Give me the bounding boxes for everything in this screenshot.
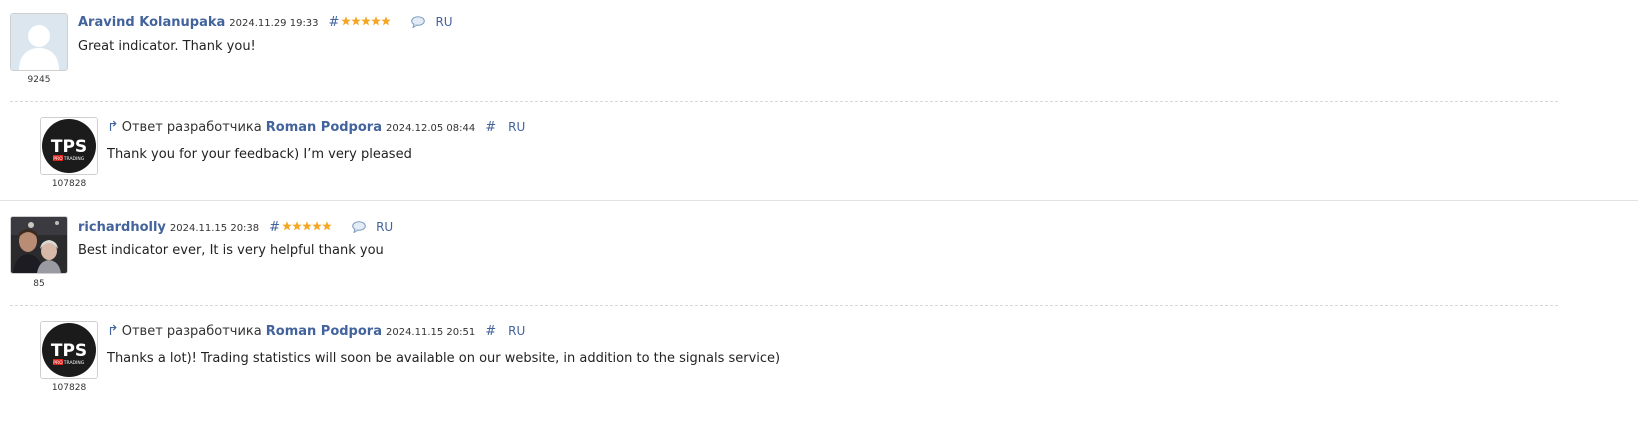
user-avatar[interactable] [10, 216, 68, 274]
translate-link[interactable]: RU [508, 120, 525, 134]
reply-label: Ответ разработчика [121, 324, 262, 339]
developer-avatar[interactable]: TPS PRO TRADING [40, 117, 98, 175]
developer-avatar[interactable]: TPS PRO TRADING [40, 321, 98, 379]
star-icon [361, 16, 372, 26]
star-icon [371, 16, 382, 26]
svg-text:PRO: PRO [53, 360, 63, 366]
translate-link[interactable]: RU [376, 220, 393, 234]
reply-header: ↱ Ответ разработчика Roman Podpora 2024.… [107, 119, 525, 135]
svg-text:TPS: TPS [51, 137, 87, 157]
comment-date: 2024.11.29 19:33 [229, 18, 319, 29]
user-rating: 85 [33, 279, 45, 289]
star-icon [292, 221, 302, 231]
review-item: 9245 Aravind Kolanupaka 2024.11.29 19:33… [0, 0, 1638, 100]
tps-logo-icon: TPS PRO TRADING [41, 118, 97, 174]
svg-text:TPS: TPS [51, 341, 87, 361]
developer-reply: TPS PRO TRADING 107828 ↱ Ответ разработч… [0, 306, 1638, 422]
comment-header: Aravind Kolanupaka 2024.11.29 19:33 # RU [78, 14, 453, 30]
star-rating [341, 16, 392, 26]
svg-text:TRADING: TRADING [63, 156, 85, 162]
user-rating: 107828 [51, 383, 87, 393]
comment-text: Great indicator. Thank you! [78, 39, 256, 54]
user-avatar[interactable] [10, 13, 68, 71]
star-icon [381, 16, 392, 26]
photo-avatar-icon [11, 217, 67, 273]
svg-text:PRO: PRO [53, 156, 63, 162]
star-rating [282, 221, 332, 231]
reply-header: ↱ Ответ разработчика Roman Podpora 2024.… [107, 323, 525, 339]
author-link[interactable]: Roman Podpora [266, 120, 382, 135]
star-icon [322, 221, 332, 231]
permalink-hash[interactable]: # [269, 220, 280, 235]
comment-text: Best indicator ever, It is very helpful … [78, 243, 384, 258]
star-icon [351, 16, 362, 26]
translate-link[interactable]: RU [435, 15, 452, 29]
user-rating: 107828 [51, 179, 87, 189]
speech-bubble-icon[interactable] [411, 16, 426, 32]
developer-reply: TPS PRO TRADING 107828 ↱ Ответ разработч… [0, 102, 1638, 200]
author-link[interactable]: Aravind Kolanupaka [78, 15, 225, 30]
comment-date: 2024.11.15 20:38 [169, 223, 260, 234]
comment-date: 2024.12.05 08:44 [385, 123, 476, 134]
default-user-avatar-icon [11, 14, 67, 70]
permalink-hash[interactable]: # [485, 120, 496, 135]
svg-text:TRADING: TRADING [63, 360, 85, 366]
reply-arrow-icon: ↱ [107, 323, 119, 339]
author-link[interactable]: Roman Podpora [266, 324, 382, 339]
comment-header: richardholly 2024.11.15 20:38 # RU [78, 219, 393, 235]
author-link[interactable]: richardholly [78, 220, 166, 235]
reply-label: Ответ разработчика [121, 120, 262, 135]
comment-date: 2024.11.15 20:51 [385, 327, 476, 338]
star-icon [282, 221, 292, 231]
review-item: 85 richardholly 2024.11.15 20:38 # RU Be… [0, 201, 1638, 305]
tps-logo-icon: TPS PRO TRADING [41, 322, 97, 378]
permalink-hash[interactable]: # [329, 15, 340, 30]
star-icon [312, 221, 322, 231]
comment-text: Thanks a lot)! Trading statistics will s… [107, 351, 781, 366]
user-rating: 9245 [27, 75, 51, 85]
star-icon [341, 16, 352, 26]
comment-text: Thank you for your feedback) I’m very pl… [107, 147, 412, 162]
star-icon [302, 221, 312, 231]
reply-arrow-icon: ↱ [107, 119, 119, 135]
translate-link[interactable]: RU [508, 324, 525, 338]
speech-bubble-icon[interactable] [352, 221, 366, 237]
permalink-hash[interactable]: # [485, 324, 496, 339]
